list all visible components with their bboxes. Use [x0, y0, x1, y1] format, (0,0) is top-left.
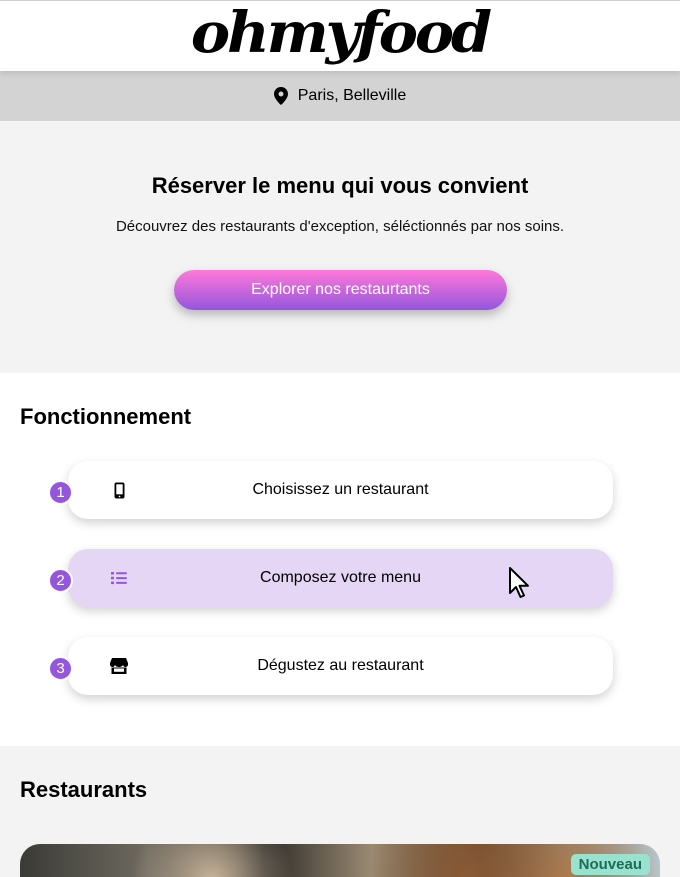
hero-section: Réserver le menu qui vous convient Décou…: [0, 121, 680, 373]
map-pin-icon: [273, 87, 288, 105]
hero-subtitle: Découvrez des restaurants d'exception, s…: [115, 218, 565, 235]
ohmyfood-logo[interactable]: ohmyfood: [191, 5, 492, 61]
step-number-badge: 2: [48, 568, 73, 593]
location-text: Paris, Belleville: [297, 87, 407, 104]
restaurant-card[interactable]: Nouveau: [20, 844, 660, 877]
explore-restaurants-button[interactable]: Explorer nos restaurtants: [174, 270, 507, 310]
location-bar: Paris, Belleville: [0, 71, 680, 121]
restaurants-section: Restaurants Nouveau: [0, 746, 680, 877]
step-label: Choisissez un restaurant: [252, 481, 429, 498]
new-badge: Nouveau: [570, 854, 650, 875]
step-label: Composez votre menu: [260, 569, 421, 586]
step-number-badge: 3: [48, 656, 73, 681]
store-icon: [110, 657, 128, 675]
step-label: Dégustez au restaurant: [257, 657, 424, 674]
restaurants-title: Restaurants: [20, 777, 148, 802]
step-taste-at-restaurant[interactable]: 3 Dégustez au restaurant: [48, 637, 613, 695]
how-it-works-section: Fonctionnement 1 Choisissez un restauran…: [0, 373, 680, 746]
site-header: ohmyfood: [0, 0, 680, 71]
step-number-badge: 1: [48, 480, 73, 505]
mobile-phone-icon: [110, 481, 128, 499]
hero-title: Réserver le menu qui vous convient: [151, 173, 529, 198]
list-icon: [110, 569, 128, 587]
mouse-cursor-icon: [509, 567, 529, 598]
how-it-works-title: Fonctionnement: [20, 404, 192, 429]
step-choose-restaurant[interactable]: 1 Choisissez un restaurant: [48, 461, 613, 519]
